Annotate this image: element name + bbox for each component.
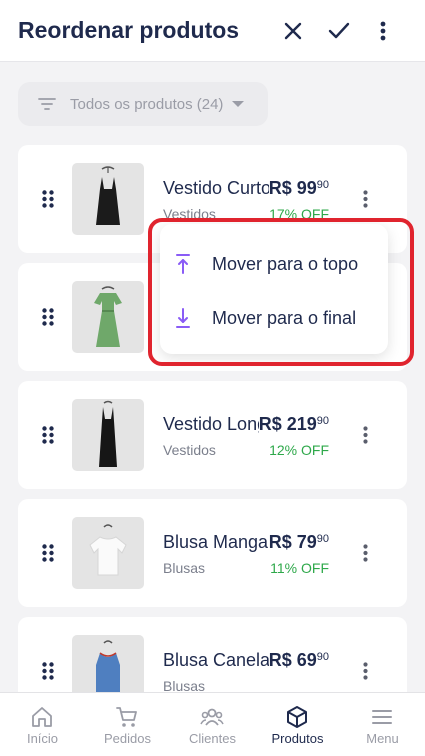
tab-label: Início (26, 731, 59, 746)
chevron-down-icon (232, 101, 245, 107)
product-card[interactable]: Blusa Manga Blusas R$ 7990 11% OFF (18, 499, 407, 607)
product-price: R$ 9990 (268, 178, 329, 199)
more-vertical-icon (362, 190, 368, 208)
product-discount: 11% OFF (270, 560, 329, 576)
page-title: Reordenar produtos (18, 17, 240, 43)
users-icon (200, 708, 224, 726)
product-name: Blusa Manga (163, 532, 269, 552)
more-vertical-icon (362, 662, 368, 680)
filter-label: Todos os produtos (24) (70, 95, 224, 113)
more-vertical-icon (380, 21, 386, 41)
tab-inicio[interactable]: Início (0, 693, 85, 756)
product-price: R$ 6990 (268, 650, 329, 671)
tab-label: Pedidos (104, 731, 151, 746)
drag-handle-icon[interactable] (42, 426, 54, 444)
product-name: Blusa Canela (163, 650, 269, 670)
product-more-button[interactable] (357, 187, 373, 211)
tab-pedidos[interactable]: Pedidos (85, 693, 170, 756)
product-thumbnail (72, 281, 144, 353)
box-icon (287, 706, 307, 728)
tab-label: Menu (366, 731, 399, 746)
product-price: R$ 7990 (268, 532, 329, 553)
product-card[interactable]: Vestido Longo Vestidos R$ 21990 12% OFF (18, 381, 407, 489)
tab-label: Produtos (271, 731, 324, 746)
product-category: Blusas (163, 560, 206, 576)
close-button[interactable] (278, 14, 308, 48)
menu-icon (372, 710, 392, 724)
confirm-button[interactable] (324, 14, 354, 48)
more-vertical-icon (362, 544, 368, 562)
product-more-button[interactable] (357, 541, 373, 565)
cart-icon (116, 707, 137, 727)
more-vertical-icon (362, 426, 368, 444)
app-bar: Reordenar produtos (0, 0, 425, 62)
product-more-button[interactable] (357, 423, 373, 447)
tab-label: Clientes (189, 731, 236, 746)
close-icon (284, 22, 302, 40)
product-price: R$ 21990 (258, 414, 329, 435)
drag-handle-icon[interactable] (42, 662, 54, 680)
product-name: Vestido Longo (163, 414, 269, 434)
product-discount: 12% OFF (269, 442, 329, 458)
product-name: Vestido Curto (163, 178, 269, 198)
annotation-highlight-box (148, 218, 414, 366)
more-options-button[interactable] (368, 14, 398, 48)
home-icon (32, 707, 52, 727)
check-icon (328, 22, 350, 39)
product-thumbnail (72, 163, 144, 235)
tab-menu[interactable]: Menu (340, 693, 425, 756)
product-more-button[interactable] (357, 659, 373, 683)
drag-handle-icon[interactable] (42, 308, 54, 326)
product-filter-dropdown[interactable]: Todos os produtos (24) (18, 82, 268, 126)
product-thumbnail (72, 517, 144, 589)
product-thumbnail (72, 399, 144, 471)
drag-handle-icon[interactable] (42, 190, 54, 208)
product-category: Vestidos (163, 442, 216, 458)
drag-handle-icon[interactable] (42, 544, 54, 562)
tab-clientes[interactable]: Clientes (170, 693, 255, 756)
filter-lines-icon (38, 98, 56, 110)
bottom-tab-bar: Início Pedidos Clientes Produtos Menu (0, 692, 425, 756)
tab-produtos[interactable]: Produtos (255, 693, 340, 756)
